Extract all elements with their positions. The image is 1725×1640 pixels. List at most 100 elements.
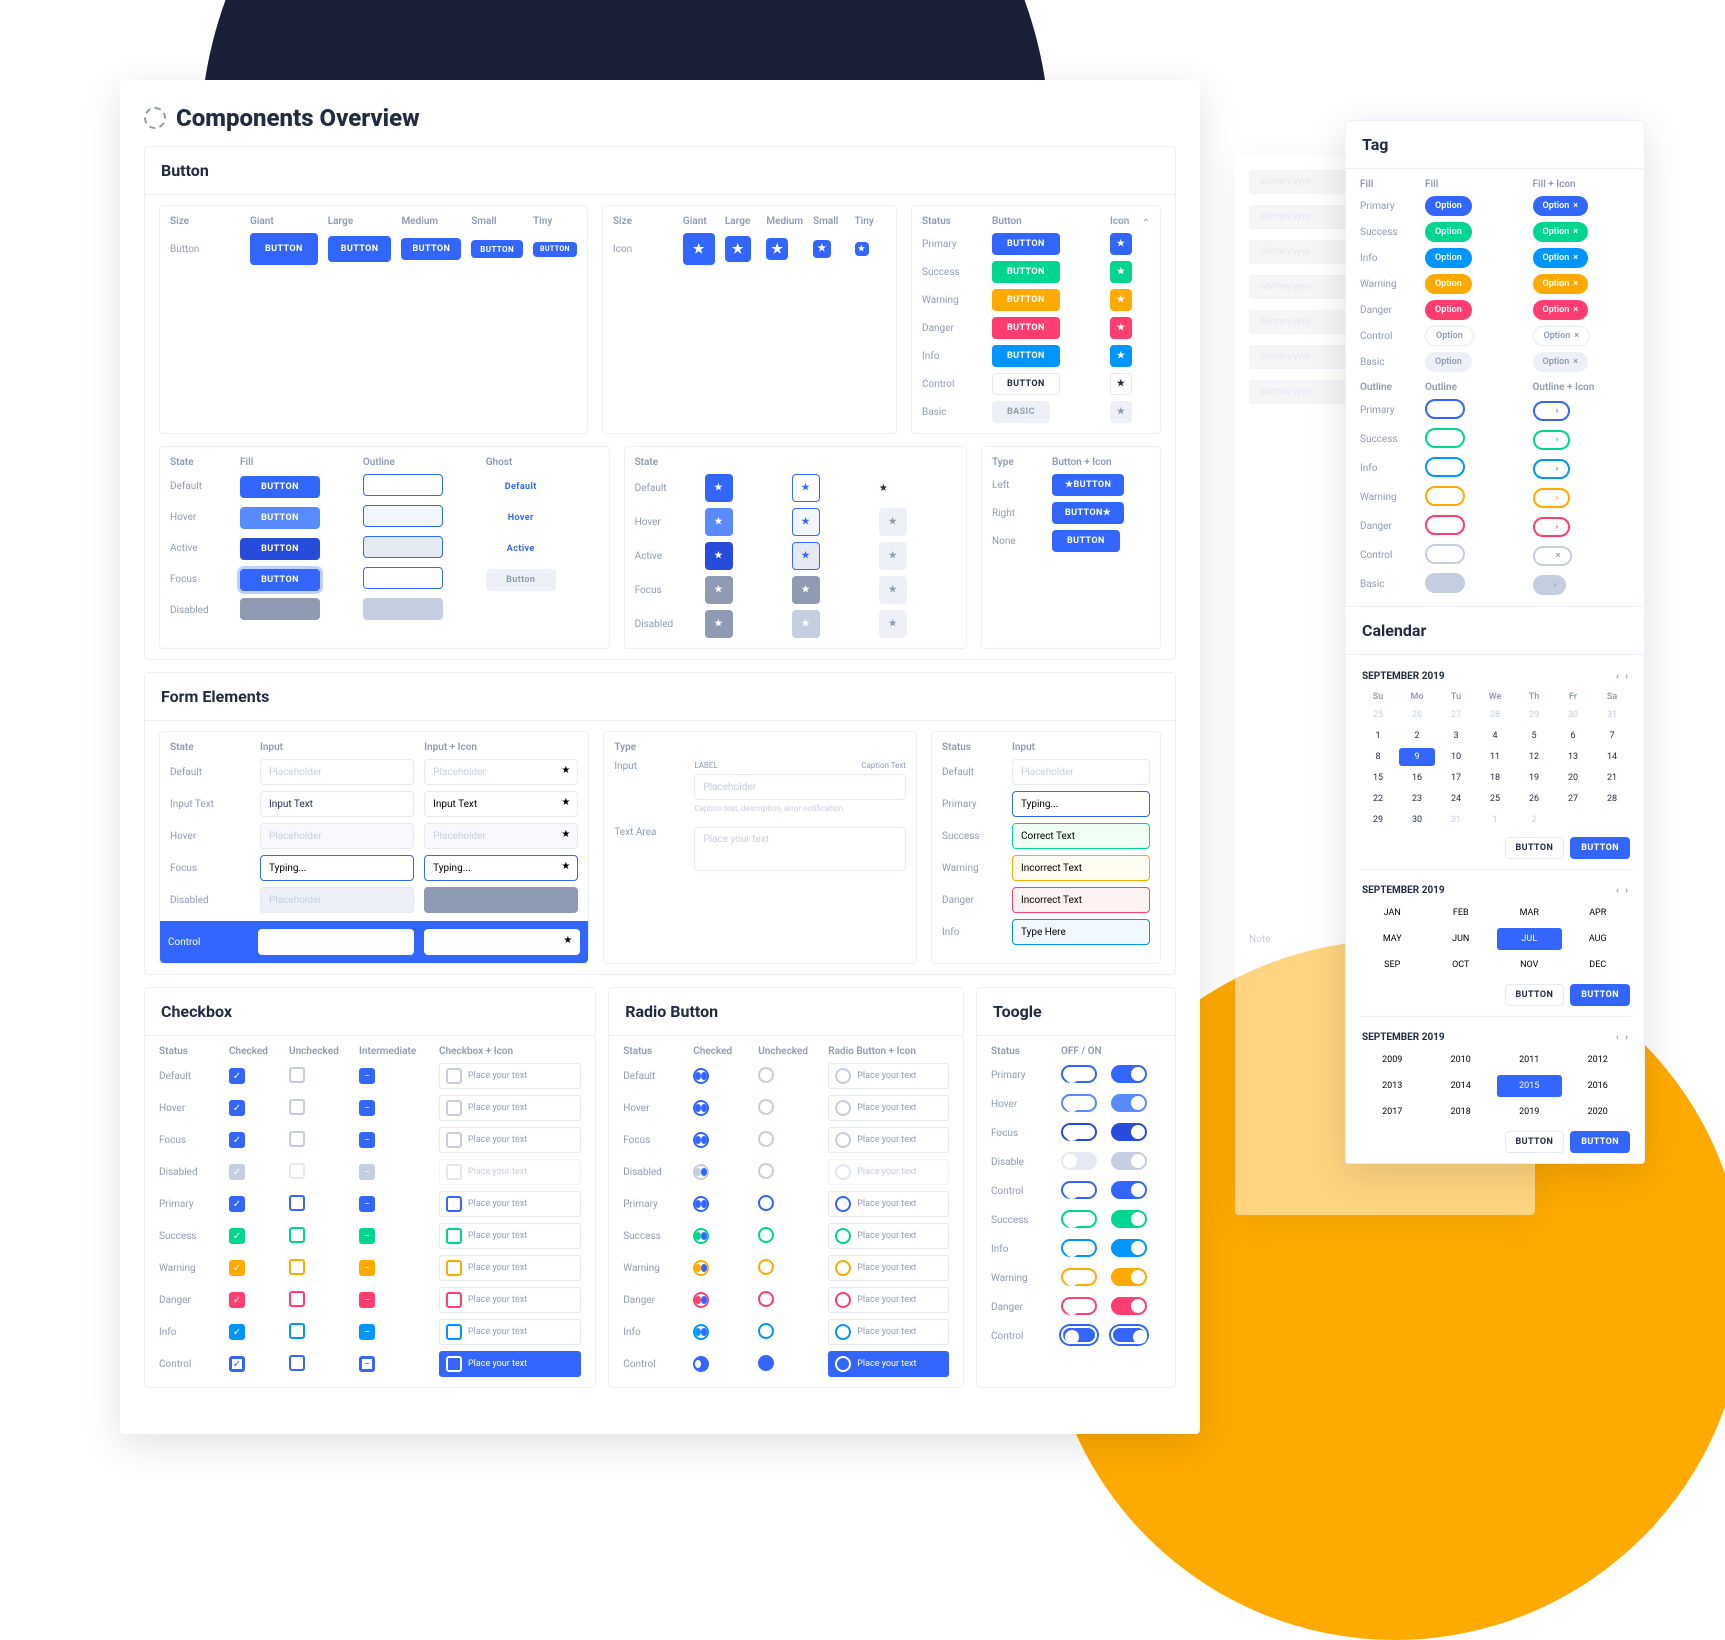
calendar-ok-button[interactable]: BUTTON — [1570, 984, 1630, 1006]
button-fill-hover[interactable]: BUTTON — [240, 507, 320, 529]
toggle-off[interactable] — [1061, 1268, 1097, 1286]
tag-outline-warning-icon[interactable]: › — [1533, 488, 1571, 508]
type-textarea[interactable] — [694, 827, 906, 871]
button-fill-focus[interactable]: BUTTON — [240, 569, 320, 591]
toggle-on[interactable] — [1111, 1152, 1147, 1170]
checkbox-intermediate[interactable]: − — [359, 1068, 375, 1084]
tag-outline-primary[interactable] — [1425, 399, 1465, 419]
calendar-day[interactable]: 28 — [1477, 706, 1513, 724]
calendar-day[interactable]: 7 — [1594, 727, 1630, 745]
calendar-cancel-button[interactable]: BUTTON — [1505, 837, 1565, 859]
calendar-month[interactable]: NOV — [1497, 954, 1562, 976]
radio-checked[interactable] — [693, 1324, 709, 1340]
tag-outline-info-icon[interactable]: › — [1533, 459, 1571, 479]
checkbox-intermediate[interactable]: − — [359, 1324, 375, 1340]
calendar-day[interactable]: 31 — [1438, 811, 1474, 829]
checkbox-unchecked[interactable] — [289, 1227, 305, 1243]
calendar-ok-button[interactable]: BUTTON — [1570, 1131, 1630, 1153]
tag-info-icon[interactable]: Option × — [1533, 248, 1589, 268]
button-outline-default[interactable] — [363, 474, 443, 496]
calendar-day[interactable]: 31 — [1594, 706, 1630, 724]
button-ghost-focus[interactable]: Button — [486, 569, 556, 591]
button-danger[interactable]: BUTTON — [992, 317, 1060, 339]
calendar-month[interactable]: MAY — [1360, 928, 1425, 950]
checkbox-checked[interactable]: ✓ — [229, 1132, 245, 1148]
calendar-month-label[interactable]: SEPTEMBER 2019 — [1362, 671, 1445, 682]
icon-button-danger[interactable]: ★ — [1110, 317, 1132, 339]
button-giant[interactable]: BUTTON — [250, 233, 318, 265]
calendar-day[interactable]: 26 — [1516, 790, 1552, 808]
icon-button-giant[interactable]: ★ — [683, 233, 715, 265]
checkbox-unchecked[interactable] — [289, 1195, 305, 1211]
button-ghost-default[interactable]: Default — [486, 476, 556, 498]
calendar-day[interactable]: 16 — [1399, 769, 1435, 787]
chevron-right-icon[interactable]: › — [1625, 1032, 1628, 1043]
button-icon-left[interactable]: ★ BUTTON — [1052, 474, 1124, 496]
calendar-day[interactable]: 4 — [1477, 727, 1513, 745]
calendar-cancel-button[interactable]: BUTTON — [1505, 984, 1565, 1006]
calendar-day[interactable]: 1 — [1360, 727, 1396, 745]
button-primary[interactable]: BUTTON — [992, 233, 1060, 255]
icon-ghost-focus[interactable]: ★ — [879, 576, 907, 604]
checkbox-with-label[interactable]: Place your text — [439, 1223, 581, 1249]
calendar-day[interactable]: 11 — [1477, 748, 1513, 766]
chevron-left-icon[interactable]: ‹ — [1616, 1032, 1619, 1043]
button-medium[interactable]: BUTTON — [401, 238, 461, 260]
calendar-day[interactable]: 27 — [1438, 706, 1474, 724]
icon-ghost-hover[interactable]: ★ — [879, 508, 907, 536]
input-icon-control[interactable] — [424, 929, 580, 955]
calendar-day[interactable]: 18 — [1477, 769, 1513, 787]
radio-unchecked[interactable] — [758, 1131, 774, 1147]
calendar-day[interactable]: 22 — [1360, 790, 1396, 808]
calendar-day[interactable]: 1 — [1477, 811, 1513, 829]
radio-unchecked[interactable] — [758, 1291, 774, 1307]
tag-control[interactable]: Option — [1425, 326, 1474, 346]
button-success[interactable]: BUTTON — [992, 261, 1060, 283]
radio-checked[interactable] — [693, 1356, 709, 1372]
calendar-year[interactable]: 2012 — [1566, 1049, 1631, 1071]
button-basic[interactable]: BASIC — [992, 401, 1050, 423]
toggle-off[interactable] — [1061, 1297, 1097, 1315]
icon-button-info[interactable]: ★ — [1110, 345, 1132, 367]
radio-with-label[interactable]: Place your text — [828, 1319, 949, 1345]
chevron-right-icon[interactable]: › — [1625, 885, 1628, 896]
icon-button-tiny[interactable]: ★ — [855, 242, 869, 256]
button-small[interactable]: BUTTON — [471, 240, 523, 258]
calendar-month[interactable]: DEC — [1566, 954, 1631, 976]
toggle-on[interactable] — [1111, 1210, 1147, 1228]
tag-basic-icon[interactable]: Option × — [1533, 352, 1589, 372]
toggle-off[interactable] — [1061, 1181, 1097, 1199]
input-icon-text[interactable] — [424, 791, 578, 817]
calendar-day[interactable]: 23 — [1399, 790, 1435, 808]
calendar-month[interactable]: FEB — [1429, 902, 1494, 924]
radio-unchecked[interactable] — [758, 1195, 774, 1211]
calendar-day[interactable]: 26 — [1399, 706, 1435, 724]
calendar-day[interactable]: 13 — [1555, 748, 1591, 766]
icon-button-primary[interactable]: ★ — [1110, 233, 1132, 255]
toggle-on[interactable] — [1111, 1326, 1147, 1344]
toggle-on[interactable] — [1111, 1268, 1147, 1286]
button-icon-right[interactable]: BUTTON ★ — [1052, 502, 1124, 524]
calendar-day[interactable]: 30 — [1399, 811, 1435, 829]
calendar-day[interactable]: 17 — [1438, 769, 1474, 787]
icon-fill-focus[interactable]: ★ — [705, 576, 733, 604]
checkbox-with-label[interactable]: Place your text — [439, 1127, 581, 1153]
checkbox-checked[interactable]: ✓ — [229, 1228, 245, 1244]
radio-with-label[interactable]: Place your text — [828, 1351, 949, 1377]
input-focus[interactable] — [260, 855, 414, 881]
checkbox-checked[interactable]: ✓ — [229, 1068, 245, 1084]
calendar-day[interactable]: 3 — [1438, 727, 1474, 745]
toggle-on[interactable] — [1111, 1094, 1147, 1112]
icon-outline-focus[interactable]: ★ — [792, 576, 820, 604]
calendar-month[interactable]: OCT — [1429, 954, 1494, 976]
radio-unchecked[interactable] — [758, 1067, 774, 1083]
checkbox-unchecked[interactable] — [289, 1131, 305, 1147]
toggle-off[interactable] — [1061, 1210, 1097, 1228]
checkbox-checked[interactable]: ✓ — [229, 1260, 245, 1276]
calendar-day[interactable]: 20 — [1555, 769, 1591, 787]
chevron-left-icon[interactable]: ‹ — [1616, 885, 1619, 896]
radio-with-label[interactable]: Place your text — [828, 1063, 949, 1089]
calendar-ok-button[interactable]: BUTTON — [1570, 837, 1630, 859]
calendar-month[interactable]: AUG — [1566, 928, 1631, 950]
calendar-cancel-button[interactable]: BUTTON — [1505, 1131, 1565, 1153]
